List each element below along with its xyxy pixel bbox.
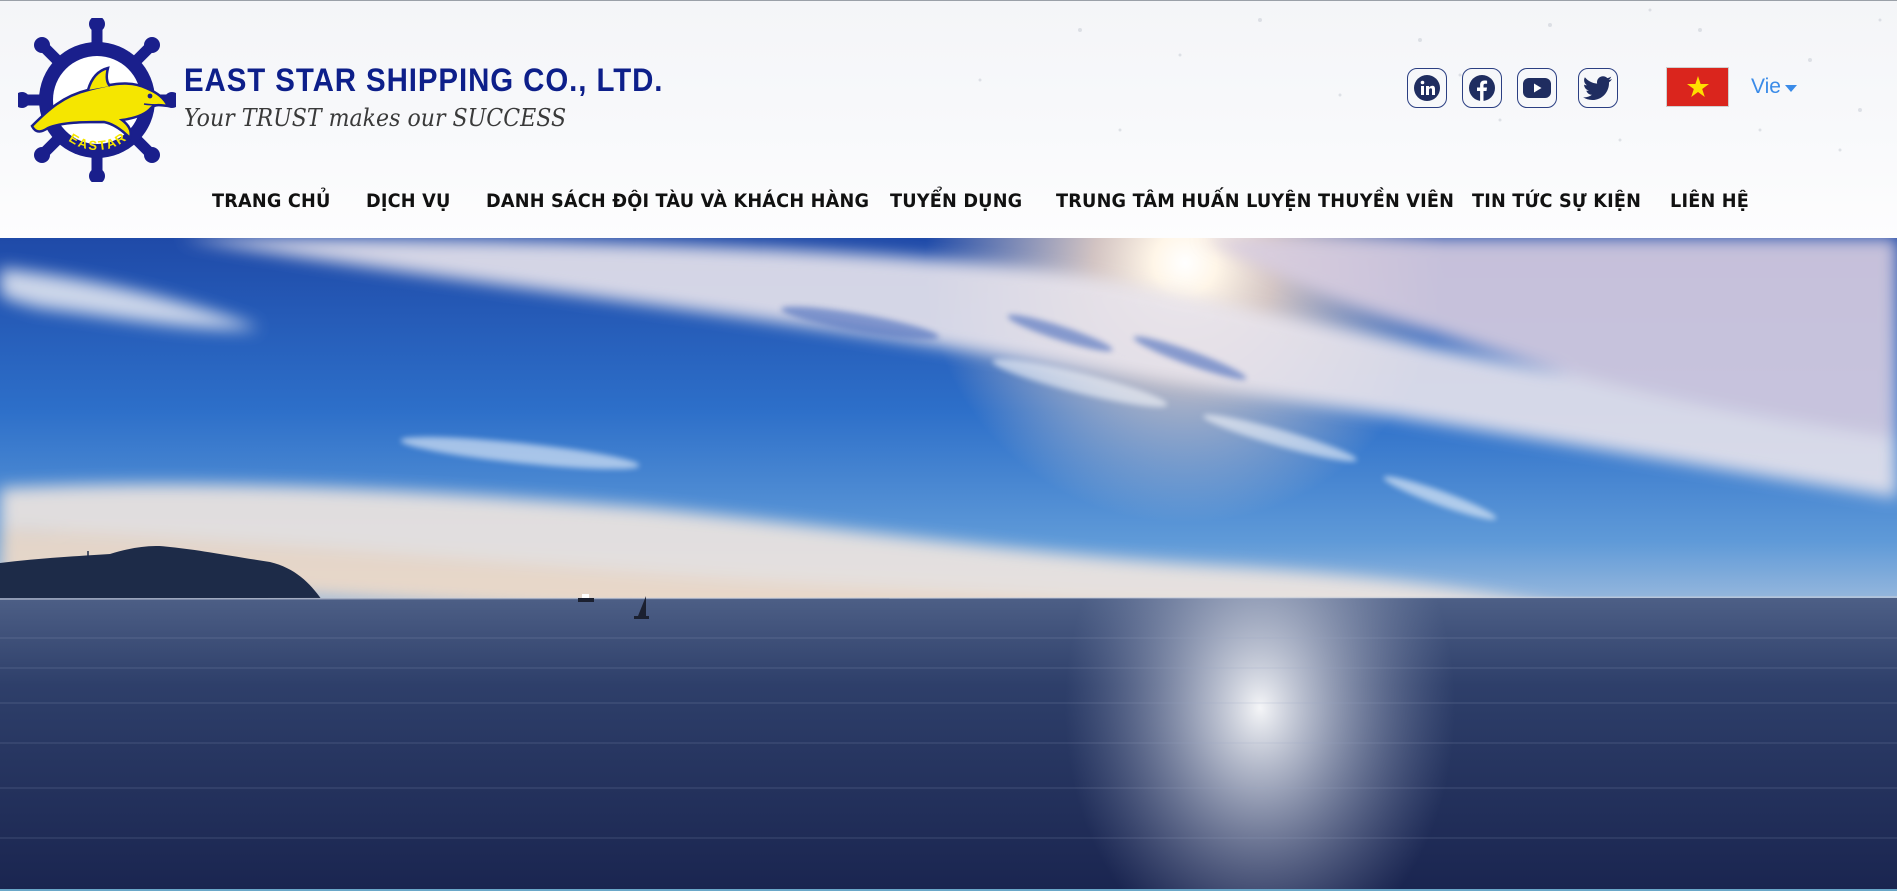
company-tagline: Your TRUST makes our SUCCESS: [184, 104, 567, 132]
facebook-link[interactable]: [1462, 68, 1502, 108]
nav-item-contact[interactable]: LIÊN HỆ: [1670, 190, 1749, 212]
language-dropdown[interactable]: Vie: [1751, 75, 1797, 99]
linkedin-icon: [1414, 75, 1440, 101]
facebook-icon: [1469, 75, 1495, 101]
hero-banner: [0, 238, 1897, 889]
nav-item-services[interactable]: DỊCH VỤ: [366, 190, 450, 212]
language-label: Vie: [1751, 75, 1781, 98]
company-name: EAST STAR SHIPPING CO., LTD.: [184, 62, 664, 98]
nav-item-training-center[interactable]: TRUNG TÂM HUẤN LUYỆN THUYỀN VIÊN: [1056, 190, 1454, 212]
chevron-down-icon: [1784, 84, 1797, 92]
nav-item-recruitment[interactable]: TUYỂN DỤNG: [890, 190, 1022, 212]
main-navigation: TRANG CHỦ DỊCH VỤ DANH SÁCH ĐỘI TÀU VÀ K…: [0, 184, 1897, 218]
ocean-sunset-image: [0, 238, 1897, 889]
company-logo[interactable]: EASTAR: [14, 16, 180, 184]
nav-item-news-events[interactable]: TIN TỨC SỰ KIỆN: [1472, 190, 1641, 212]
youtube-icon: [1523, 78, 1551, 98]
twitter-icon: [1583, 76, 1612, 100]
site-header: EASTAR EAST STAR SHIPPING CO., LTD. Your…: [0, 0, 1897, 238]
language-flag[interactable]: [1667, 68, 1728, 106]
twitter-link[interactable]: [1578, 68, 1618, 108]
nav-item-home[interactable]: TRANG CHỦ: [212, 190, 331, 212]
linkedin-link[interactable]: [1407, 68, 1447, 108]
youtube-link[interactable]: [1517, 68, 1557, 108]
nav-item-fleet-clients[interactable]: DANH SÁCH ĐỘI TÀU VÀ KHÁCH HÀNG: [486, 190, 869, 212]
dolphin-ship-wheel-logo-icon: EASTAR: [14, 16, 180, 184]
top-border: [0, 0, 1897, 1]
vietnam-flag-icon: [1686, 76, 1709, 97]
